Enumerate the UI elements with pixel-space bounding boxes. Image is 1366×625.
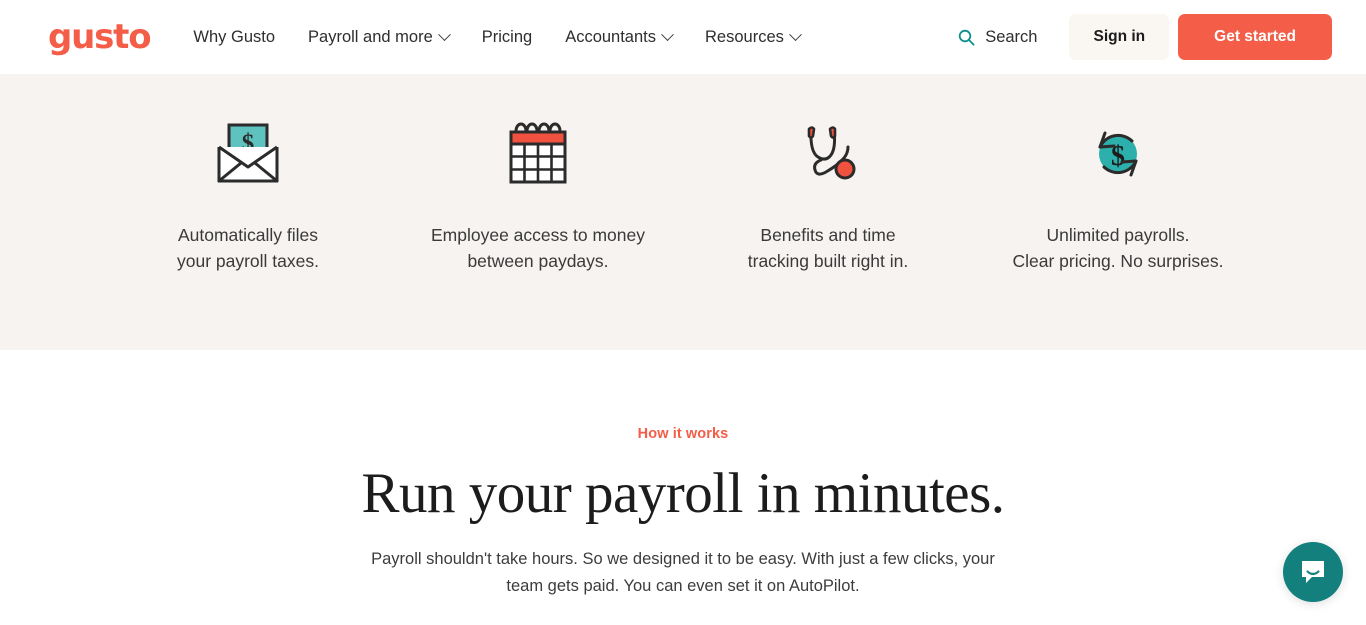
nav-item-why-gusto[interactable]: Why Gusto [178, 18, 290, 57]
nav-item-accountants[interactable]: Accountants [550, 18, 687, 57]
feature-caption: Benefits and time tracking built right i… [748, 222, 909, 274]
feature-item-payroll-taxes: $ Automatically files your payroll taxes… [103, 118, 393, 274]
chevron-down-icon [789, 27, 802, 41]
feature-caption-line1: Benefits and time [760, 225, 896, 245]
get-started-button[interactable]: Get started [1178, 14, 1332, 60]
section-eyebrow: How it works [637, 426, 729, 442]
search-button[interactable]: Search [944, 18, 1051, 57]
feature-item-unlimited-payrolls: $ Unlimited payrolls. Clear pricing. No … [973, 118, 1263, 274]
nav-item-label: Resources [705, 27, 784, 46]
primary-navigation: Why Gusto Payroll and more Pricing Accou… [178, 18, 814, 57]
feature-caption-line2: between paydays. [467, 251, 609, 271]
feature-caption: Unlimited payrolls. Clear pricing. No su… [1012, 222, 1223, 274]
feature-grid: $ Automatically files your payroll taxes… [103, 118, 1263, 274]
envelope-money-icon: $ [217, 123, 279, 183]
how-it-works-section: How it works Run your payroll in minutes… [0, 350, 1366, 600]
sign-in-button[interactable]: Sign in [1069, 14, 1170, 60]
feature-item-employee-access: Employee access to money between paydays… [393, 118, 683, 274]
page-title: Run your payroll in minutes. [361, 462, 1005, 525]
feature-caption-line2: your payroll taxes. [176, 251, 319, 271]
feature-caption-line1: Unlimited payrolls. [1046, 225, 1190, 245]
feature-caption-line2: Clear pricing. No surprises. [1012, 251, 1224, 271]
section-subcopy: Payroll shouldn't take hours. So we desi… [371, 549, 995, 595]
feature-caption-line2: tracking built right in. [747, 251, 909, 271]
feature-highlights-band: $ Automatically files your payroll taxes… [0, 74, 1366, 350]
nav-item-resources[interactable]: Resources [690, 18, 815, 57]
feature-icon-wrap [796, 118, 860, 190]
chat-launcher-button[interactable] [1283, 542, 1343, 602]
header-actions: Search Sign in Get started [944, 14, 1332, 60]
chat-bubble-icon [1302, 561, 1324, 583]
chevron-down-icon [661, 27, 674, 41]
gusto-logo[interactable]: gusto [48, 20, 152, 54]
feature-icon-wrap: $ [216, 118, 280, 190]
feature-caption-line1: Automatically files [177, 225, 319, 245]
nav-item-label: Why Gusto [193, 27, 276, 46]
nav-item-pricing[interactable]: Pricing [467, 18, 547, 57]
feature-caption-line1: Employee access to money [431, 225, 645, 245]
nav-item-label: Payroll and more [308, 27, 433, 46]
nav-item-payroll-and-more[interactable]: Payroll and more [293, 18, 464, 57]
stethoscope-icon [807, 126, 856, 180]
recurring-payment-icon: $ [1098, 131, 1138, 177]
search-icon [959, 29, 975, 46]
feature-icon-wrap [505, 118, 571, 190]
nav-item-label: Pricing [481, 27, 533, 46]
feature-icon-wrap: $ [1087, 118, 1149, 190]
calendar-icon [509, 122, 567, 184]
nav-item-label: Accountants [565, 27, 656, 46]
site-header: gusto Why Gusto Payroll and more Pricing… [0, 0, 1366, 74]
feature-caption: Employee access to money between paydays… [431, 222, 645, 274]
feature-item-benefits-time: Benefits and time tracking built right i… [683, 118, 973, 274]
chevron-down-icon [437, 27, 451, 41]
search-button-label: Search [985, 27, 1038, 46]
feature-caption: Automatically files your payroll taxes. [177, 222, 319, 274]
